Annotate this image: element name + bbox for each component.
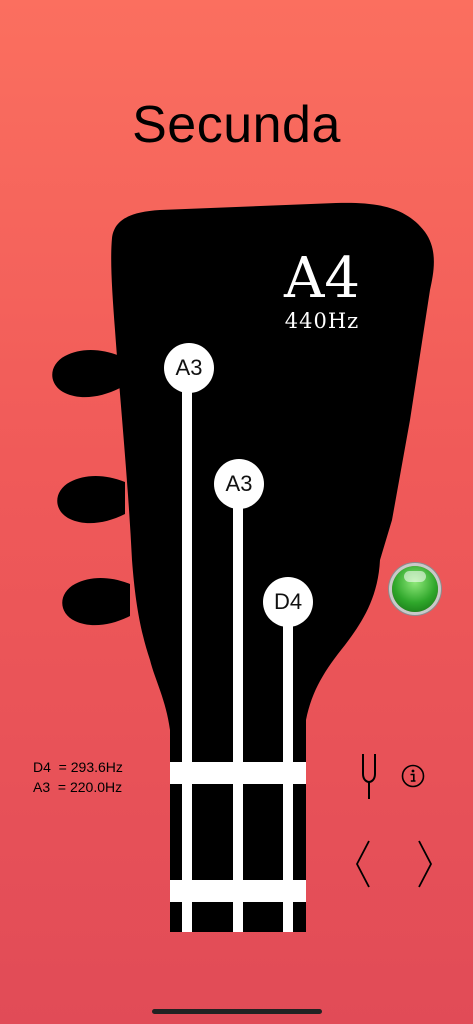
freq-note: D4 — [33, 759, 51, 775]
note-display: A4 440Hz — [272, 246, 372, 333]
next-tuning-button[interactable] — [414, 838, 436, 890]
freq-separator: = — [50, 779, 70, 795]
in-tune-indicator — [392, 566, 438, 612]
tuning-fork-button[interactable] — [358, 752, 380, 800]
tuning-peg-2[interactable] — [57, 476, 125, 524]
tuning-fork-icon — [362, 754, 376, 799]
frequency-row: D4 = 293.6Hz — [33, 757, 123, 777]
string-button-3[interactable]: D4 — [263, 577, 313, 627]
current-note: A4 — [283, 246, 361, 311]
string-button-1[interactable]: A3 — [164, 343, 214, 393]
string-1 — [182, 390, 192, 932]
tuning-peg-1[interactable] — [52, 350, 120, 398]
current-frequency: 440Hz — [284, 309, 360, 333]
headstock — [52, 202, 434, 933]
chevron-right-icon — [418, 840, 433, 888]
freq-note: A3 — [33, 779, 51, 795]
string-3 — [283, 622, 293, 932]
freq-value: 293.6Hz — [70, 759, 123, 775]
string-2 — [233, 506, 243, 932]
frequency-list: D4 = 293.6Hz A3 = 220.0Hz — [33, 757, 123, 797]
tuning-pegs — [52, 350, 130, 626]
previous-tuning-button[interactable] — [352, 838, 374, 890]
chevron-left-icon — [355, 840, 370, 888]
info-icon — [401, 764, 425, 788]
string-button-2[interactable]: A3 — [214, 459, 264, 509]
tuning-peg-3[interactable] — [62, 578, 130, 626]
home-indicator[interactable] — [152, 1009, 322, 1014]
freq-value: 220.0Hz — [69, 779, 123, 795]
info-button[interactable] — [401, 764, 425, 788]
freq-separator: = — [50, 759, 71, 775]
frequency-row: A3 = 220.0Hz — [33, 777, 123, 797]
